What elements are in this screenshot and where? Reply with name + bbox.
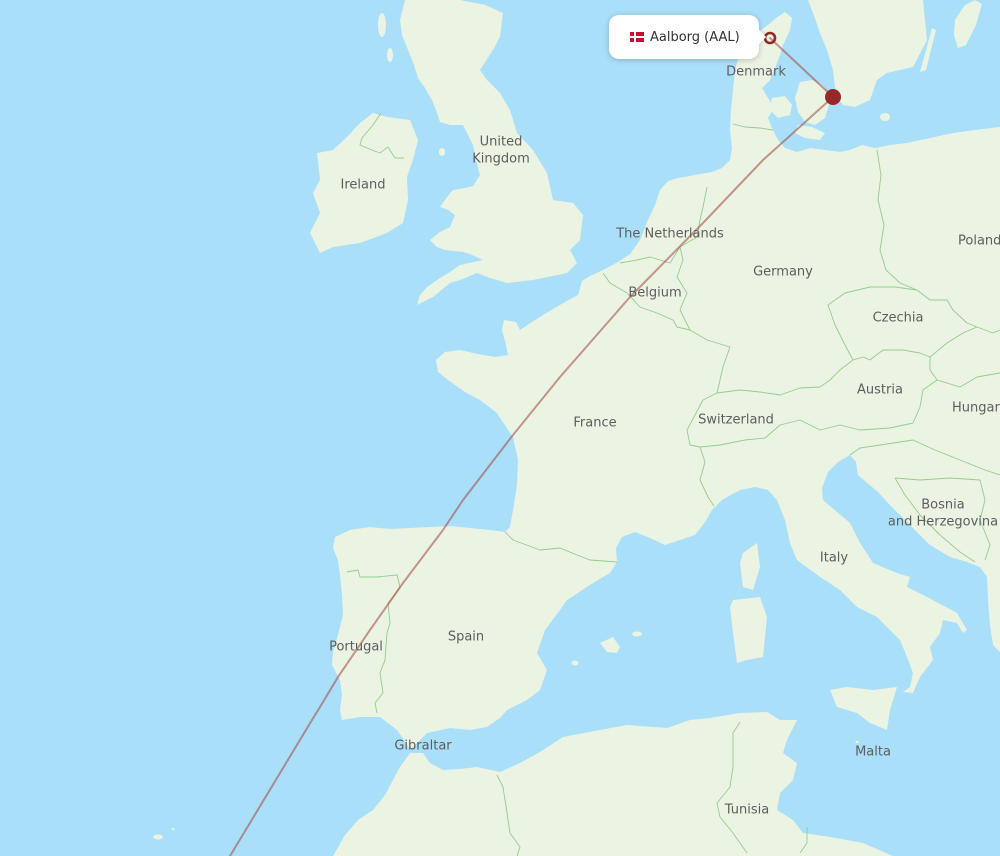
country-label-denmark: Denmark (726, 65, 786, 80)
country-label-netherlands: The Netherlands (615, 227, 724, 242)
country-label-tunisia: Tunisia (724, 803, 769, 818)
landmass-isle-of-man (439, 148, 445, 156)
country-label-ireland: Ireland (341, 178, 386, 193)
country-label-poland: Poland (958, 234, 1000, 249)
country-label-bosnia-line2: and Herzegovina (888, 515, 998, 530)
country-label-uk-line1: United (480, 135, 523, 150)
country-label-italy: Italy (820, 551, 849, 566)
airport-tooltip-label: Aalborg (AAL) (650, 29, 740, 45)
country-label-spain: Spain (448, 630, 484, 645)
landmass-hebrides (378, 13, 386, 37)
landmass-porto-santo (171, 828, 175, 830)
flag-cross-horizontal (630, 36, 644, 38)
country-label-belgium: Belgium (628, 286, 681, 301)
country-label-switzerland: Switzerland (698, 413, 774, 428)
landmass-bornholm (880, 113, 890, 121)
country-label-austria: Austria (857, 383, 903, 398)
country-label-france: France (573, 416, 616, 431)
country-label-germany: Germany (753, 265, 813, 280)
country-label-bosnia-line1: Bosnia (921, 498, 964, 513)
landmass-ibiza (571, 660, 579, 666)
landmass-madeira (153, 834, 163, 840)
country-label-czechia: Czechia (873, 311, 924, 326)
map-canvas[interactable]: Ireland United Kingdom Denmark The Nethe… (0, 0, 1000, 856)
landmass-malta (855, 740, 859, 744)
country-label-uk-line2: Kingdom (472, 152, 530, 167)
landmass-menorca (632, 631, 642, 637)
country-label-portugal: Portugal (329, 640, 383, 655)
airport-tooltip: Aalborg (AAL) (609, 15, 759, 59)
landmass-hebrides-south (387, 48, 393, 62)
stopover-airport-marker-icon[interactable] (825, 89, 841, 105)
country-label-malta: Malta (855, 745, 891, 760)
country-label-gibraltar: Gibraltar (394, 739, 452, 754)
country-label-hungary: Hungary (952, 401, 1000, 416)
denmark-flag-icon (630, 32, 644, 42)
